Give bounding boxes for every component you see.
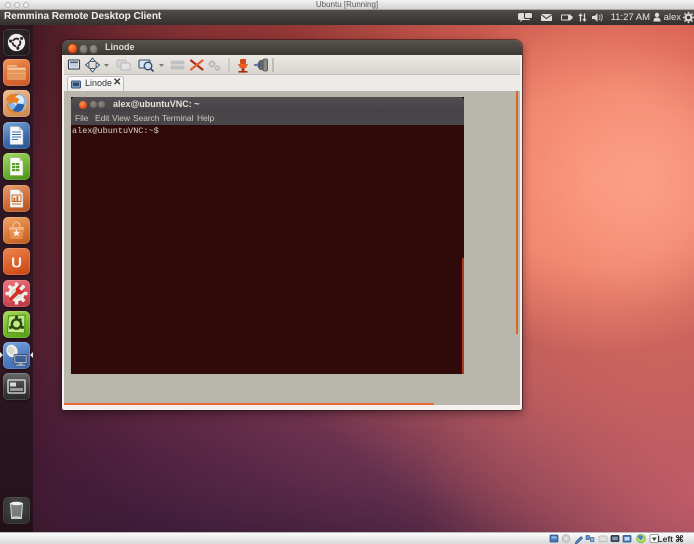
- svg-text:U: U: [11, 255, 22, 272]
